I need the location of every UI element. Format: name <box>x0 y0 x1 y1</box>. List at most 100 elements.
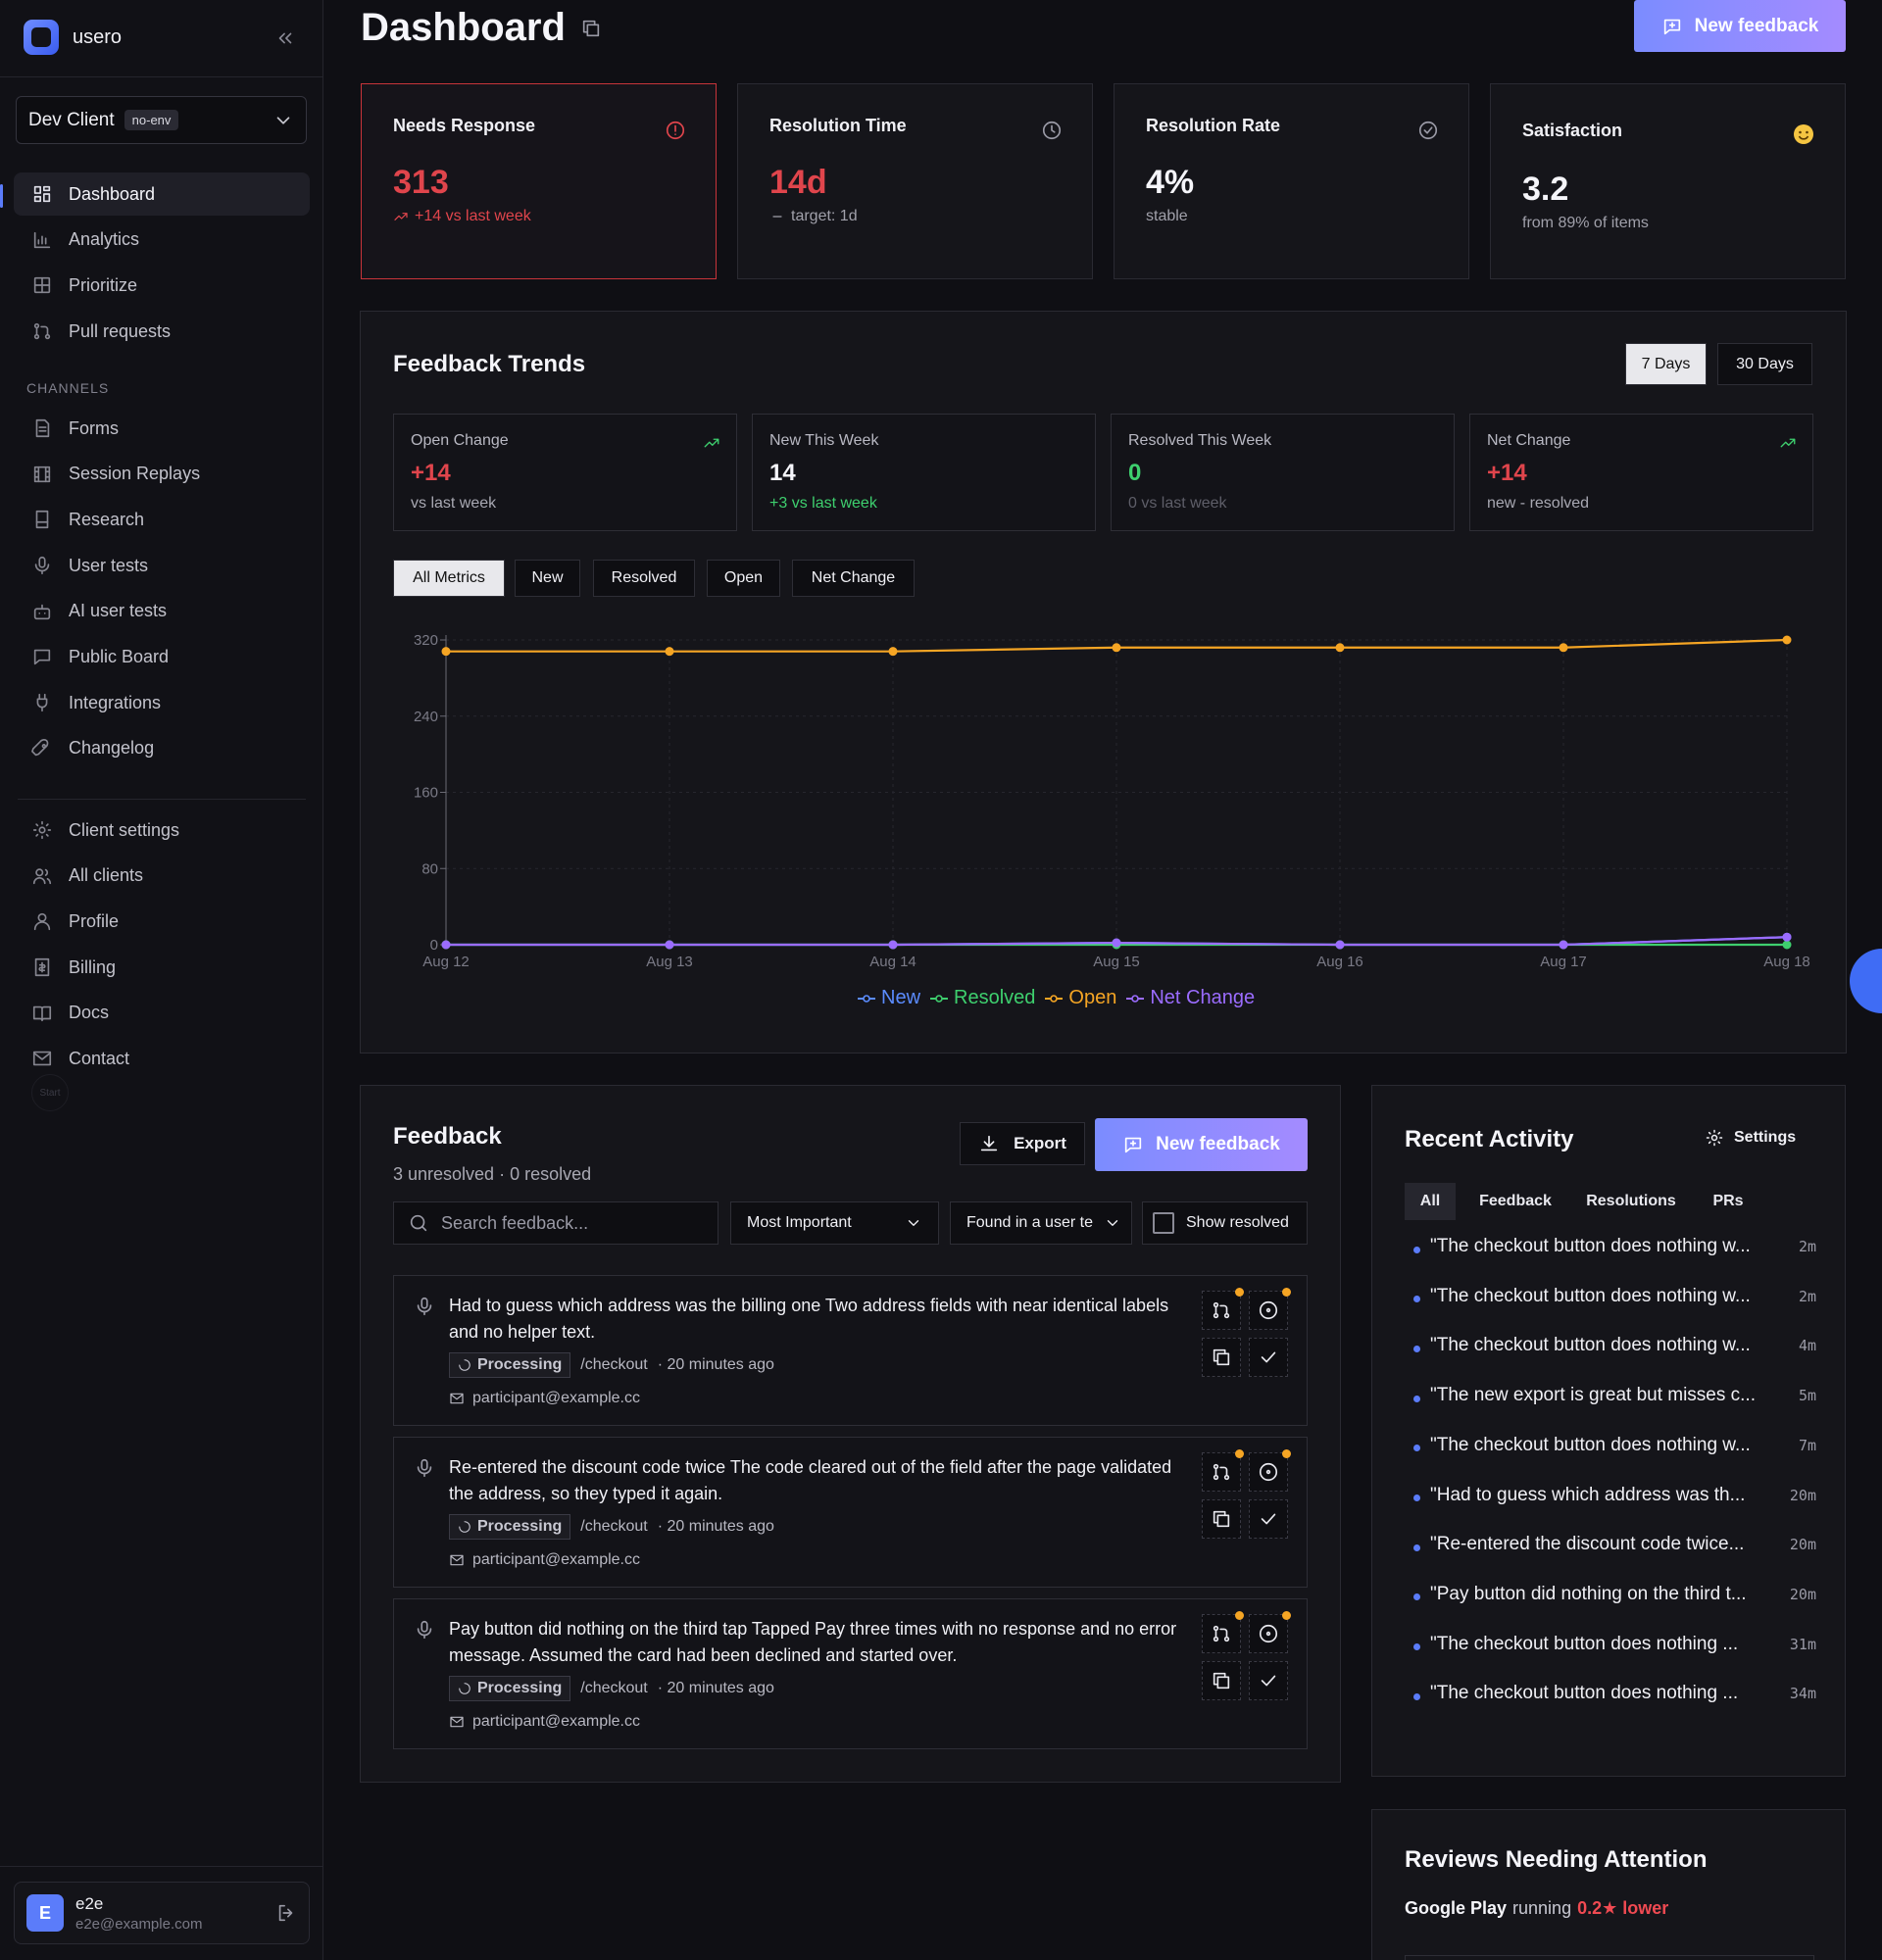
create-pr-button[interactable] <box>1202 1611 1244 1653</box>
nav-item-docs[interactable]: Docs <box>14 992 310 1035</box>
user-card[interactable]: E e2e e2e@example.com <box>14 1882 310 1944</box>
nav-item-session-replays[interactable]: Session Replays <box>14 453 310 496</box>
notification-dot <box>1282 1611 1291 1620</box>
research-icon <box>35 511 49 529</box>
stat-card-resolution-rate[interactable]: Resolution Rate 4% stable <box>1114 83 1469 279</box>
nav-item-contact[interactable]: Contact <box>14 1037 310 1080</box>
activity-item[interactable]: "The checkout button does nothing ... 34m <box>1405 1683 1816 1704</box>
feedback-item[interactable]: Re-entered the discount code twice The c… <box>393 1437 1308 1588</box>
mail-icon <box>450 1554 464 1566</box>
client-selector[interactable]: Dev Client no-env <box>16 96 307 144</box>
nav-item-user-tests[interactable]: User tests <box>14 544 310 587</box>
pull-request-icon <box>1213 1463 1230 1481</box>
activity-item[interactable]: "The checkout button does nothing w... 2m <box>1405 1286 1816 1307</box>
nav-item-public-board[interactable]: Public Board <box>14 635 310 678</box>
brand[interactable]: usero <box>24 20 122 55</box>
copy-button[interactable] <box>1202 1499 1241 1539</box>
y-tick-label: 240 <box>414 709 438 725</box>
activity-tab-all[interactable]: All <box>1405 1183 1456 1220</box>
resolve-button[interactable] <box>1249 1661 1288 1700</box>
feedback-path[interactable]: /checkout <box>580 1356 647 1374</box>
feedback-path[interactable]: /checkout <box>580 1518 647 1536</box>
collapse-sidebar-button[interactable] <box>274 27 296 49</box>
copy-button[interactable] <box>580 18 602 39</box>
copy-button[interactable] <box>1202 1338 1241 1377</box>
activity-item[interactable]: "Re-entered the discount code twice... 20… <box>1405 1534 1816 1555</box>
status-button[interactable] <box>1249 1288 1291 1330</box>
feedback-item[interactable]: Had to guess which address was the billi… <box>393 1275 1308 1426</box>
legend-item[interactable]: New <box>858 987 920 1009</box>
activity-item[interactable]: "The checkout button does nothing w... 7m <box>1405 1435 1816 1456</box>
floating-action-button[interactable] <box>1850 949 1882 1013</box>
nav-item-billing[interactable]: Billing <box>14 946 310 989</box>
user-icon <box>33 913 51 931</box>
activity-item[interactable]: "The checkout button does nothing w... 2m <box>1405 1236 1816 1257</box>
copy-icon <box>1213 1348 1230 1366</box>
activity-title: Recent Activity <box>1405 1126 1574 1152</box>
legend-item[interactable]: Open <box>1045 987 1116 1009</box>
show-resolved-toggle[interactable]: Show resolved <box>1142 1201 1308 1245</box>
feedback-panel: Feedback 3 unresolved · 0 resolved Expor… <box>360 1085 1341 1783</box>
pull-request-icon <box>33 322 51 340</box>
nav-item-all-clients[interactable]: All clients <box>14 855 310 898</box>
sort-select[interactable]: Most Important <box>730 1201 939 1245</box>
activity-item[interactable]: "The new export is great but misses c...… <box>1405 1385 1816 1406</box>
prioritize-icon <box>33 277 51 294</box>
stat-sub-text: target: 1d <box>791 208 858 224</box>
nav-item-research[interactable]: Research <box>14 498 310 541</box>
resolve-button[interactable] <box>1249 1499 1288 1539</box>
export-button[interactable]: Export <box>960 1122 1085 1165</box>
mail-icon <box>450 1393 464 1404</box>
stat-card-resolution-time[interactable]: Resolution Time 14d target: 1d <box>737 83 1093 279</box>
status-button[interactable] <box>1249 1611 1291 1653</box>
nav-item-analytics[interactable]: Analytics <box>14 219 310 262</box>
activity-item[interactable]: "Pay button did nothing on the third t..… <box>1405 1584 1816 1605</box>
feedback-path[interactable]: /checkout <box>580 1680 647 1697</box>
email-text: participant@example.cc <box>472 1713 640 1730</box>
show-resolved-checkbox[interactable] <box>1153 1212 1174 1234</box>
nav-item-changelog[interactable]: Changelog <box>14 727 310 770</box>
feedback-item[interactable]: Pay button did nothing on the third tap … <box>393 1598 1308 1749</box>
logout-button[interactable] <box>275 1902 297 1924</box>
nav-item-prioritize[interactable]: Prioritize <box>14 264 310 307</box>
source-select[interactable]: Found in a user te <box>950 1201 1132 1245</box>
stat-sub: stable <box>1146 208 1188 224</box>
start-indicator[interactable]: Start <box>31 1074 69 1111</box>
legend-marker-icon <box>930 994 949 1003</box>
nav-item-client-settings[interactable]: Client settings <box>14 808 310 852</box>
resolve-button[interactable] <box>1249 1338 1288 1377</box>
search-field[interactable] <box>393 1201 718 1245</box>
new-feedback-button[interactable]: New feedback <box>1634 0 1846 52</box>
feedback-meta: Processing /checkout · 20 minutes ago <box>449 1676 774 1701</box>
nav-item-pull-requests[interactable]: Pull requests <box>14 310 310 353</box>
new-feedback-button[interactable]: New feedback <box>1095 1118 1308 1171</box>
activity-item[interactable]: "The checkout button does nothing ... 31m <box>1405 1634 1816 1655</box>
activity-settings-button[interactable]: Settings <box>1705 1128 1796 1148</box>
search-input[interactable] <box>441 1212 696 1234</box>
pull-request-icon <box>1213 1625 1230 1642</box>
stat-card-satisfaction[interactable]: Satisfaction 3.2 from 89% of items <box>1490 83 1846 279</box>
create-pr-button[interactable] <box>1202 1288 1244 1330</box>
nav-item-ai-user-tests[interactable]: AI user tests <box>14 590 310 633</box>
legend-item[interactable]: Net Change <box>1126 987 1255 1009</box>
nav-item-integrations[interactable]: Integrations <box>14 681 310 724</box>
review-card[interactable] <box>1405 1955 1814 1960</box>
copy-button[interactable] <box>1202 1661 1241 1700</box>
status-button[interactable] <box>1249 1449 1291 1492</box>
nav-item-forms[interactable]: Forms <box>14 407 310 450</box>
activity-tab-prs[interactable]: PRs <box>1699 1183 1758 1220</box>
legend-label: Net Change <box>1150 987 1256 1008</box>
notification-dot <box>1282 1288 1291 1297</box>
nav-item-dashboard[interactable]: Dashboard <box>14 172 310 216</box>
nav-item-profile[interactable]: Profile <box>14 900 310 943</box>
activity-item[interactable]: "The checkout button does nothing w... 4m <box>1405 1335 1816 1356</box>
activity-tab-resolutions[interactable]: Resolutions <box>1575 1183 1687 1220</box>
legend-item[interactable]: Resolved <box>930 987 1035 1009</box>
create-pr-button[interactable] <box>1202 1449 1244 1492</box>
activity-item[interactable]: "Had to guess which address was th... 20m <box>1405 1485 1816 1506</box>
stat-card-needs-response[interactable]: Needs Response 313 +14 vs last week <box>361 83 717 279</box>
nav-label: Session Replays <box>69 464 201 484</box>
activity-time: 20m <box>1789 1486 1816 1504</box>
activity-tab-feedback[interactable]: Feedback <box>1467 1183 1563 1220</box>
activity-time: 31m <box>1789 1635 1816 1653</box>
